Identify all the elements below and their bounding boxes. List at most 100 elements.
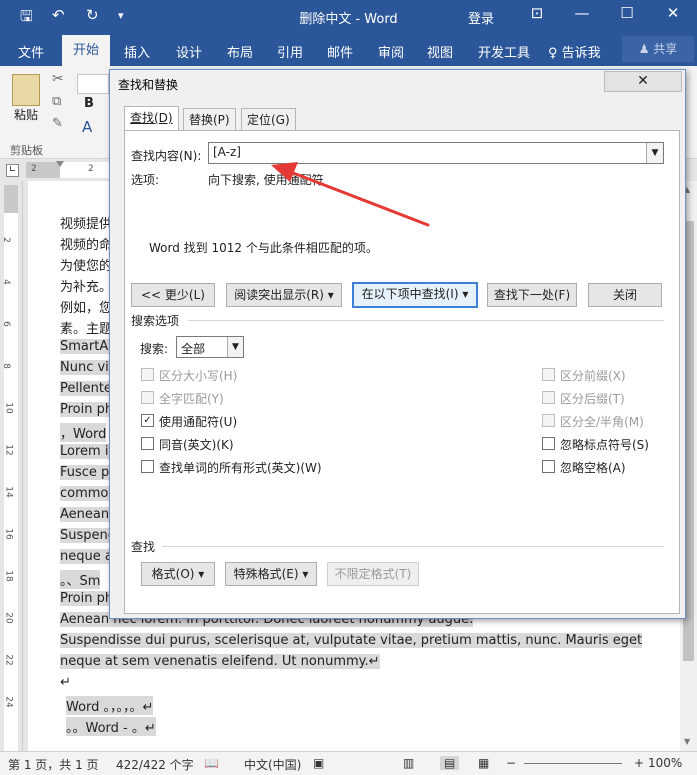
checkbox[interactable] xyxy=(542,437,555,450)
checkbox[interactable] xyxy=(141,460,154,473)
dialog-title: 查找和替换 xyxy=(118,78,179,92)
find-what-input[interactable]: [A-z] ▼ xyxy=(208,142,664,164)
proofing-icon[interactable]: 📖 xyxy=(204,756,219,770)
document-line: 。、Sm xyxy=(60,570,101,589)
read-mode-icon[interactable]: ▥ xyxy=(403,756,414,770)
web-layout-icon[interactable]: ▦ xyxy=(478,756,489,770)
tab-developer[interactable]: 开发工具 xyxy=(478,42,530,61)
zoom-level[interactable]: 100% xyxy=(648,756,682,770)
font-name-box[interactable] xyxy=(77,74,109,94)
share-button[interactable]: ♟ 共享 xyxy=(622,36,694,62)
document-line: 例如，您 xyxy=(60,301,113,316)
checkbox[interactable]: ✓ xyxy=(141,414,154,427)
close-button[interactable]: 关闭 xyxy=(588,283,662,307)
ruler-number: 20 xyxy=(3,612,14,624)
document-line: Proin ph xyxy=(60,591,114,606)
tab-find[interactable]: 查找(D) xyxy=(124,106,179,132)
ribbon-tabs: 文件 开始 插入 设计 布局 引用 邮件 审阅 视图 开发工具 ♀ 告诉我 ♟ … xyxy=(0,32,697,66)
special-format-button[interactable]: 特殊格式(E) ▾ xyxy=(225,562,317,586)
search-direction-label: 搜索: xyxy=(140,342,169,356)
tab-references[interactable]: 引用 xyxy=(277,42,303,61)
tab-review[interactable]: 审阅 xyxy=(378,42,404,61)
reading-highlight-button[interactable]: 阅读突出显示(R) ▾ xyxy=(226,283,342,307)
minimize-icon[interactable]: — xyxy=(567,4,597,22)
result-message: Word 找到 1012 个与此条件相匹配的项。 xyxy=(149,241,378,255)
document-line: 素。主题 xyxy=(60,322,113,337)
tab-home[interactable]: 开始 xyxy=(62,35,111,66)
document-line: Suspend xyxy=(60,528,117,543)
document-line: 为使您的 xyxy=(60,259,113,274)
checkbox-label[interactable]: 忽略空格(A) xyxy=(560,459,626,476)
dropdown-icon: ▾ xyxy=(198,567,205,581)
tab-insert[interactable]: 插入 xyxy=(124,42,150,61)
search-direction-select[interactable]: 全部 ▼ xyxy=(176,336,244,358)
title-bar: 🖫 ↶ ↻ ▾ 删除中文 - Word 登录 ⊡ — ☐ ✕ xyxy=(0,0,697,32)
options-value: 向下搜索, 使用通配符 xyxy=(208,173,324,187)
tab-file[interactable]: 文件 xyxy=(18,42,44,61)
zoom-out-icon[interactable]: − xyxy=(506,756,516,770)
vertical-ruler: 2 4 6 8 10 12 14 16 18 20 22 24 xyxy=(0,181,23,751)
ruler-number: 14 xyxy=(3,486,14,498)
print-layout-icon[interactable]: ▤ xyxy=(440,756,460,770)
chevron-down-icon: ▼ xyxy=(227,337,243,357)
less-button[interactable]: << 更少(L) xyxy=(131,283,215,307)
dialog-close-button[interactable]: ✕ xyxy=(604,71,682,92)
language[interactable]: 中文(中国) xyxy=(244,756,301,773)
ribbon-display-icon[interactable]: ⊡ xyxy=(522,4,552,22)
tab-replace[interactable]: 替换(P) xyxy=(183,108,236,131)
find-what-label: 查找内容(N): xyxy=(131,149,202,163)
checkbox-label[interactable]: 使用通配符(U) xyxy=(159,413,237,430)
tell-me-search[interactable]: ♀ 告诉我 xyxy=(548,42,601,61)
checkbox-label: 区分全/半角(M) xyxy=(560,415,644,429)
document-line: ↵ xyxy=(60,675,71,690)
scroll-down-icon[interactable]: ▼ xyxy=(684,737,690,746)
paste-icon[interactable] xyxy=(12,74,40,106)
word-count[interactable]: 422/422 个字 xyxy=(116,756,194,773)
tab-view[interactable]: 视图 xyxy=(427,42,453,61)
tab-layout[interactable]: 布局 xyxy=(227,42,253,61)
find-next-button[interactable]: 查找下一处(F) xyxy=(487,283,577,307)
search-options-heading: 搜索选项 xyxy=(131,314,180,328)
document-line: Fusce p xyxy=(60,465,110,480)
document-line: 视频提供 xyxy=(60,217,113,232)
tab-mailings[interactable]: 邮件 xyxy=(327,42,353,61)
ruler-number: 8 xyxy=(0,363,11,369)
checkbox-label: 全字匹配(Y) xyxy=(159,392,224,406)
checkbox-label[interactable]: 同音(英文)(K) xyxy=(159,436,234,453)
find-dropdown-icon[interactable]: ▼ xyxy=(646,143,663,163)
copy-icon[interactable]: ⧉ xyxy=(52,94,61,109)
checkbox-label[interactable]: 查找单词的所有形式(英文)(W) xyxy=(159,459,322,476)
format-button[interactable]: 格式(O) ▾ xyxy=(141,562,215,586)
text-effects-icon[interactable]: A xyxy=(82,118,92,136)
format-painter-icon[interactable]: ✎ xyxy=(52,116,63,131)
checkbox[interactable] xyxy=(141,437,154,450)
login-link[interactable]: 登录 xyxy=(468,8,494,27)
close-icon[interactable]: ✕ xyxy=(658,4,688,22)
paste-button[interactable]: 粘贴 xyxy=(14,106,38,123)
ruler-number: 24 xyxy=(3,696,14,708)
person-icon: ♟ xyxy=(638,42,650,56)
checkbox-label[interactable]: 忽略标点符号(S) xyxy=(560,436,649,453)
maximize-icon[interactable]: ☐ xyxy=(612,4,642,22)
tab-selector-icon[interactable]: ∟ xyxy=(6,164,19,177)
first-line-indent-marker[interactable] xyxy=(56,161,64,167)
ruler-number: 12 xyxy=(3,444,14,456)
checkbox[interactable] xyxy=(542,460,555,473)
macro-icon[interactable]: ▣ xyxy=(313,756,324,770)
find-replace-dialog: 查找和替换 ✕ 查找(D) 替换(P) 定位(G) 查找内容(N): [A-z]… xyxy=(109,69,686,619)
page-count[interactable]: 第 1 页，共 1 页 xyxy=(8,756,99,773)
cut-icon[interactable]: ✂ xyxy=(52,71,64,87)
options-label: 选项: xyxy=(131,173,160,187)
checkbox-label: 区分前缀(X) xyxy=(560,369,626,383)
special-format-label: 特殊格式(E) xyxy=(233,567,299,581)
bold-button[interactable]: B xyxy=(84,96,94,111)
document-line: neque at sem venenatis eleifend. Ut nonu… xyxy=(60,654,380,669)
tab-goto[interactable]: 定位(G) xyxy=(241,108,296,131)
checkbox xyxy=(542,368,555,381)
document-line: neque a xyxy=(60,549,113,564)
no-format-button[interactable]: 不限定格式(T) xyxy=(327,562,419,586)
tab-design[interactable]: 设计 xyxy=(176,42,202,61)
find-in-button[interactable]: 在以下项中查找(I) ▾ xyxy=(352,282,478,308)
zoom-slider[interactable] xyxy=(524,763,622,764)
zoom-in-icon[interactable]: + xyxy=(634,756,644,770)
